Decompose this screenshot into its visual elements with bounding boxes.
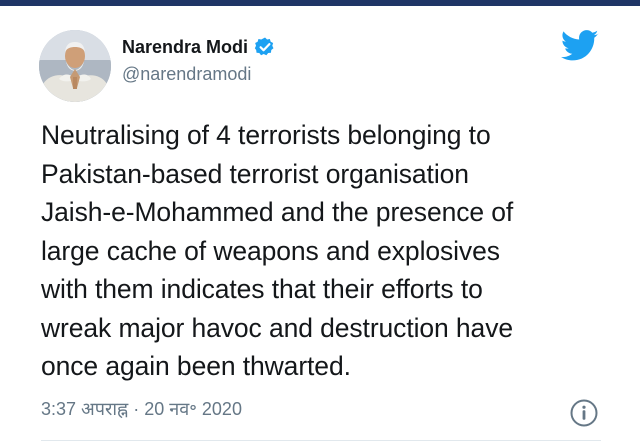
author-handle[interactable]: @narendramodi (122, 64, 251, 85)
tweet-text-line: wreak major havoc and destruction have (41, 312, 513, 343)
verified-badge-icon (254, 36, 276, 58)
tweet-text-line: with them indicates that their efforts t… (41, 274, 483, 304)
tweet-text-line: once again been thwarted. (41, 351, 351, 381)
tweet-card: Narendra Modi @narendramodi Neutralising… (0, 6, 640, 445)
tweet-text: Neutralising of 4 terrorists belonging t… (41, 116, 601, 386)
tweet-text-line: large cache of weapons and explosives (41, 235, 500, 266)
avatar-image (39, 30, 111, 102)
tweet-text-line: Pakistan-based terrorist organisation (41, 158, 469, 189)
author-name-row: Narendra Modi (122, 34, 276, 60)
info-icon[interactable] (569, 398, 599, 428)
twitter-bird-icon[interactable] (560, 30, 599, 62)
avatar[interactable] (39, 30, 111, 102)
divider (41, 440, 601, 441)
tweet-text-line: Jaish-e-Mohammed and the presence of (41, 197, 514, 227)
tweet-timestamp[interactable]: 3:37 अपराह्न · 20 नव॰ 2020 (41, 397, 242, 421)
tweet-text-line: Neutralising of 4 terrorists belonging t… (41, 120, 491, 150)
author-display-name[interactable]: Narendra Modi (122, 37, 248, 58)
